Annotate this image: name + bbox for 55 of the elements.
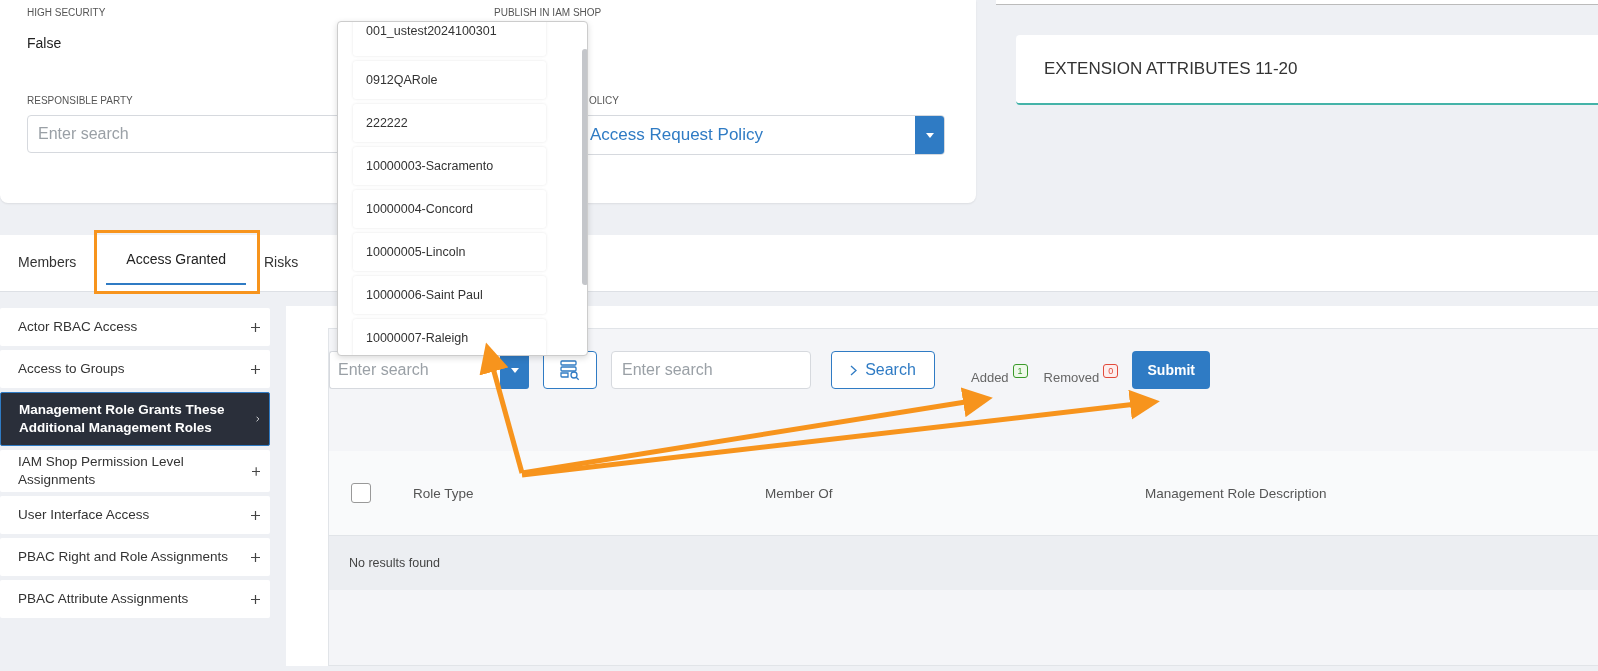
empty-message: No results found <box>349 556 441 570</box>
scrollbar[interactable] <box>582 49 587 285</box>
submit-button[interactable]: Submit <box>1132 351 1211 389</box>
field-label: HIGH SECURITY <box>27 7 107 20</box>
checkbox[interactable] <box>351 483 371 503</box>
plus-icon <box>251 364 260 374</box>
sidebar-item-label: Management Role Grants These Additional Management Roles <box>19 401 226 437</box>
dropdown-option[interactable]: 10000006-Saint Paul <box>353 276 546 314</box>
sidebar-item[interactable]: Management Role Grants These Additional Management Roles <box>0 392 270 446</box>
plus-icon <box>251 594 260 604</box>
dropdown-option[interactable]: 222222 <box>353 104 546 142</box>
count-badge: 0 <box>1103 363 1119 378</box>
sidebar-item-label: Actor RBAC Access <box>18 318 139 336</box>
sidebar-item[interactable]: PBAC Right and Role Assignments <box>0 538 270 576</box>
sidebar-item[interactable]: PBAC Attribute Assignments <box>0 580 270 618</box>
list-search-icon <box>559 359 581 381</box>
counter-label: Added <box>971 369 1009 385</box>
sidebar-item[interactable]: Access to Groups <box>0 350 270 388</box>
plus-icon <box>251 466 260 476</box>
dropdown-option[interactable]: 001_ustest2024100301 <box>353 22 546 56</box>
dropdown-option[interactable]: 0912QARole <box>353 61 546 99</box>
plus-icon <box>251 322 260 332</box>
sidebar-item[interactable]: Actor RBAC Access <box>0 308 270 346</box>
column-header: Management Role Description <box>1145 485 1327 501</box>
plus-icon <box>251 510 260 520</box>
field-value: False <box>27 35 63 51</box>
sidebar-item-label: PBAC Right and Role Assignments <box>18 548 230 566</box>
search-button[interactable]: Search <box>831 351 935 389</box>
count-badge: 1 <box>1012 363 1028 378</box>
dropdown-option[interactable]: 10000004-Concord <box>353 190 546 228</box>
tab[interactable]: Members <box>8 235 87 291</box>
plus-icon <box>251 552 260 562</box>
field-label: OLICY <box>588 95 620 108</box>
dropdown-option[interactable]: 10000003-Sacramento <box>353 147 546 185</box>
column-header: Role Type <box>413 485 475 501</box>
counter-label: Removed <box>1043 369 1100 385</box>
card-title: EXTENSION ATTRIBUTES 11-20 <box>1044 59 1298 79</box>
tab[interactable]: Access Granted <box>106 235 246 285</box>
chevron-icon <box>850 364 858 376</box>
column-header: Member Of <box>765 485 834 501</box>
chevron-icon <box>255 414 259 424</box>
sidebar-item[interactable]: IAM Shop Permission Level Assignments <box>0 450 270 492</box>
dropdown-option[interactable]: 10000005-Lincoln <box>353 233 546 271</box>
sidebar-item-label: IAM Shop Permission Level Assignments <box>18 453 185 489</box>
caret-icon <box>510 367 519 373</box>
sidebar-item-label: User Interface Access <box>18 506 151 524</box>
tab[interactable]: Risks <box>253 235 309 291</box>
dropdown-option[interactable]: 10000007-Raleigh <box>353 319 546 355</box>
sidebar-item-label: PBAC Attribute Assignments <box>18 590 190 608</box>
sidebar-item[interactable]: User Interface Access <box>0 496 270 534</box>
field-label: RESPONSIBLE PARTY <box>27 95 134 108</box>
search-field[interactable]: Enter search <box>611 351 811 389</box>
caret-icon <box>925 132 934 138</box>
field-label: PUBLISH IN IAM SHOP <box>494 7 603 20</box>
sidebar-item-label: Access to Groups <box>18 360 126 378</box>
